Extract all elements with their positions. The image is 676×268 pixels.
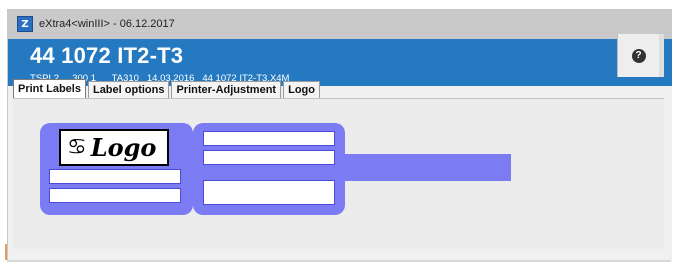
help-button[interactable]: ? [617, 34, 659, 77]
logo-symbol-icon: ♋ [67, 135, 87, 160]
label-tail [343, 154, 511, 181]
tab-label: Label options [92, 84, 165, 96]
title-bar: Z eXtra4<winIII> - 06.12.2017 [8, 9, 672, 39]
help-icon: ? [631, 48, 646, 63]
tab-logo[interactable]: Logo [283, 81, 320, 98]
label-field [203, 131, 335, 146]
label-field [203, 180, 335, 205]
tab-label-options[interactable]: Label options [87, 81, 170, 98]
label-field [49, 169, 181, 184]
logo-image: ♋ Logo [59, 129, 169, 166]
tab-label: Printer-Adjustment [176, 84, 277, 96]
tab-label: Logo [288, 84, 315, 96]
edge-accent [5, 244, 7, 260]
window-title: eXtra4<winIII> - 06.12.2017 [39, 18, 175, 30]
tab-print-labels[interactable]: Print Labels [13, 79, 86, 98]
status-strip [7, 260, 671, 262]
tab-printer-adjustment[interactable]: Printer-Adjustment [171, 81, 282, 98]
logo-text: Logo [90, 133, 157, 162]
app-logo-icon: Z [17, 16, 33, 32]
label-field [203, 150, 335, 165]
page-title: 44 1072 IT2-T3 [30, 43, 184, 68]
label-preview-area: ♋ Logo [13, 98, 664, 249]
tab-bar: Print Labels Label options Printer-Adjus… [13, 79, 322, 98]
tab-label: Print Labels [18, 83, 81, 95]
label-field [49, 188, 181, 203]
toolbar-edge [659, 34, 664, 77]
